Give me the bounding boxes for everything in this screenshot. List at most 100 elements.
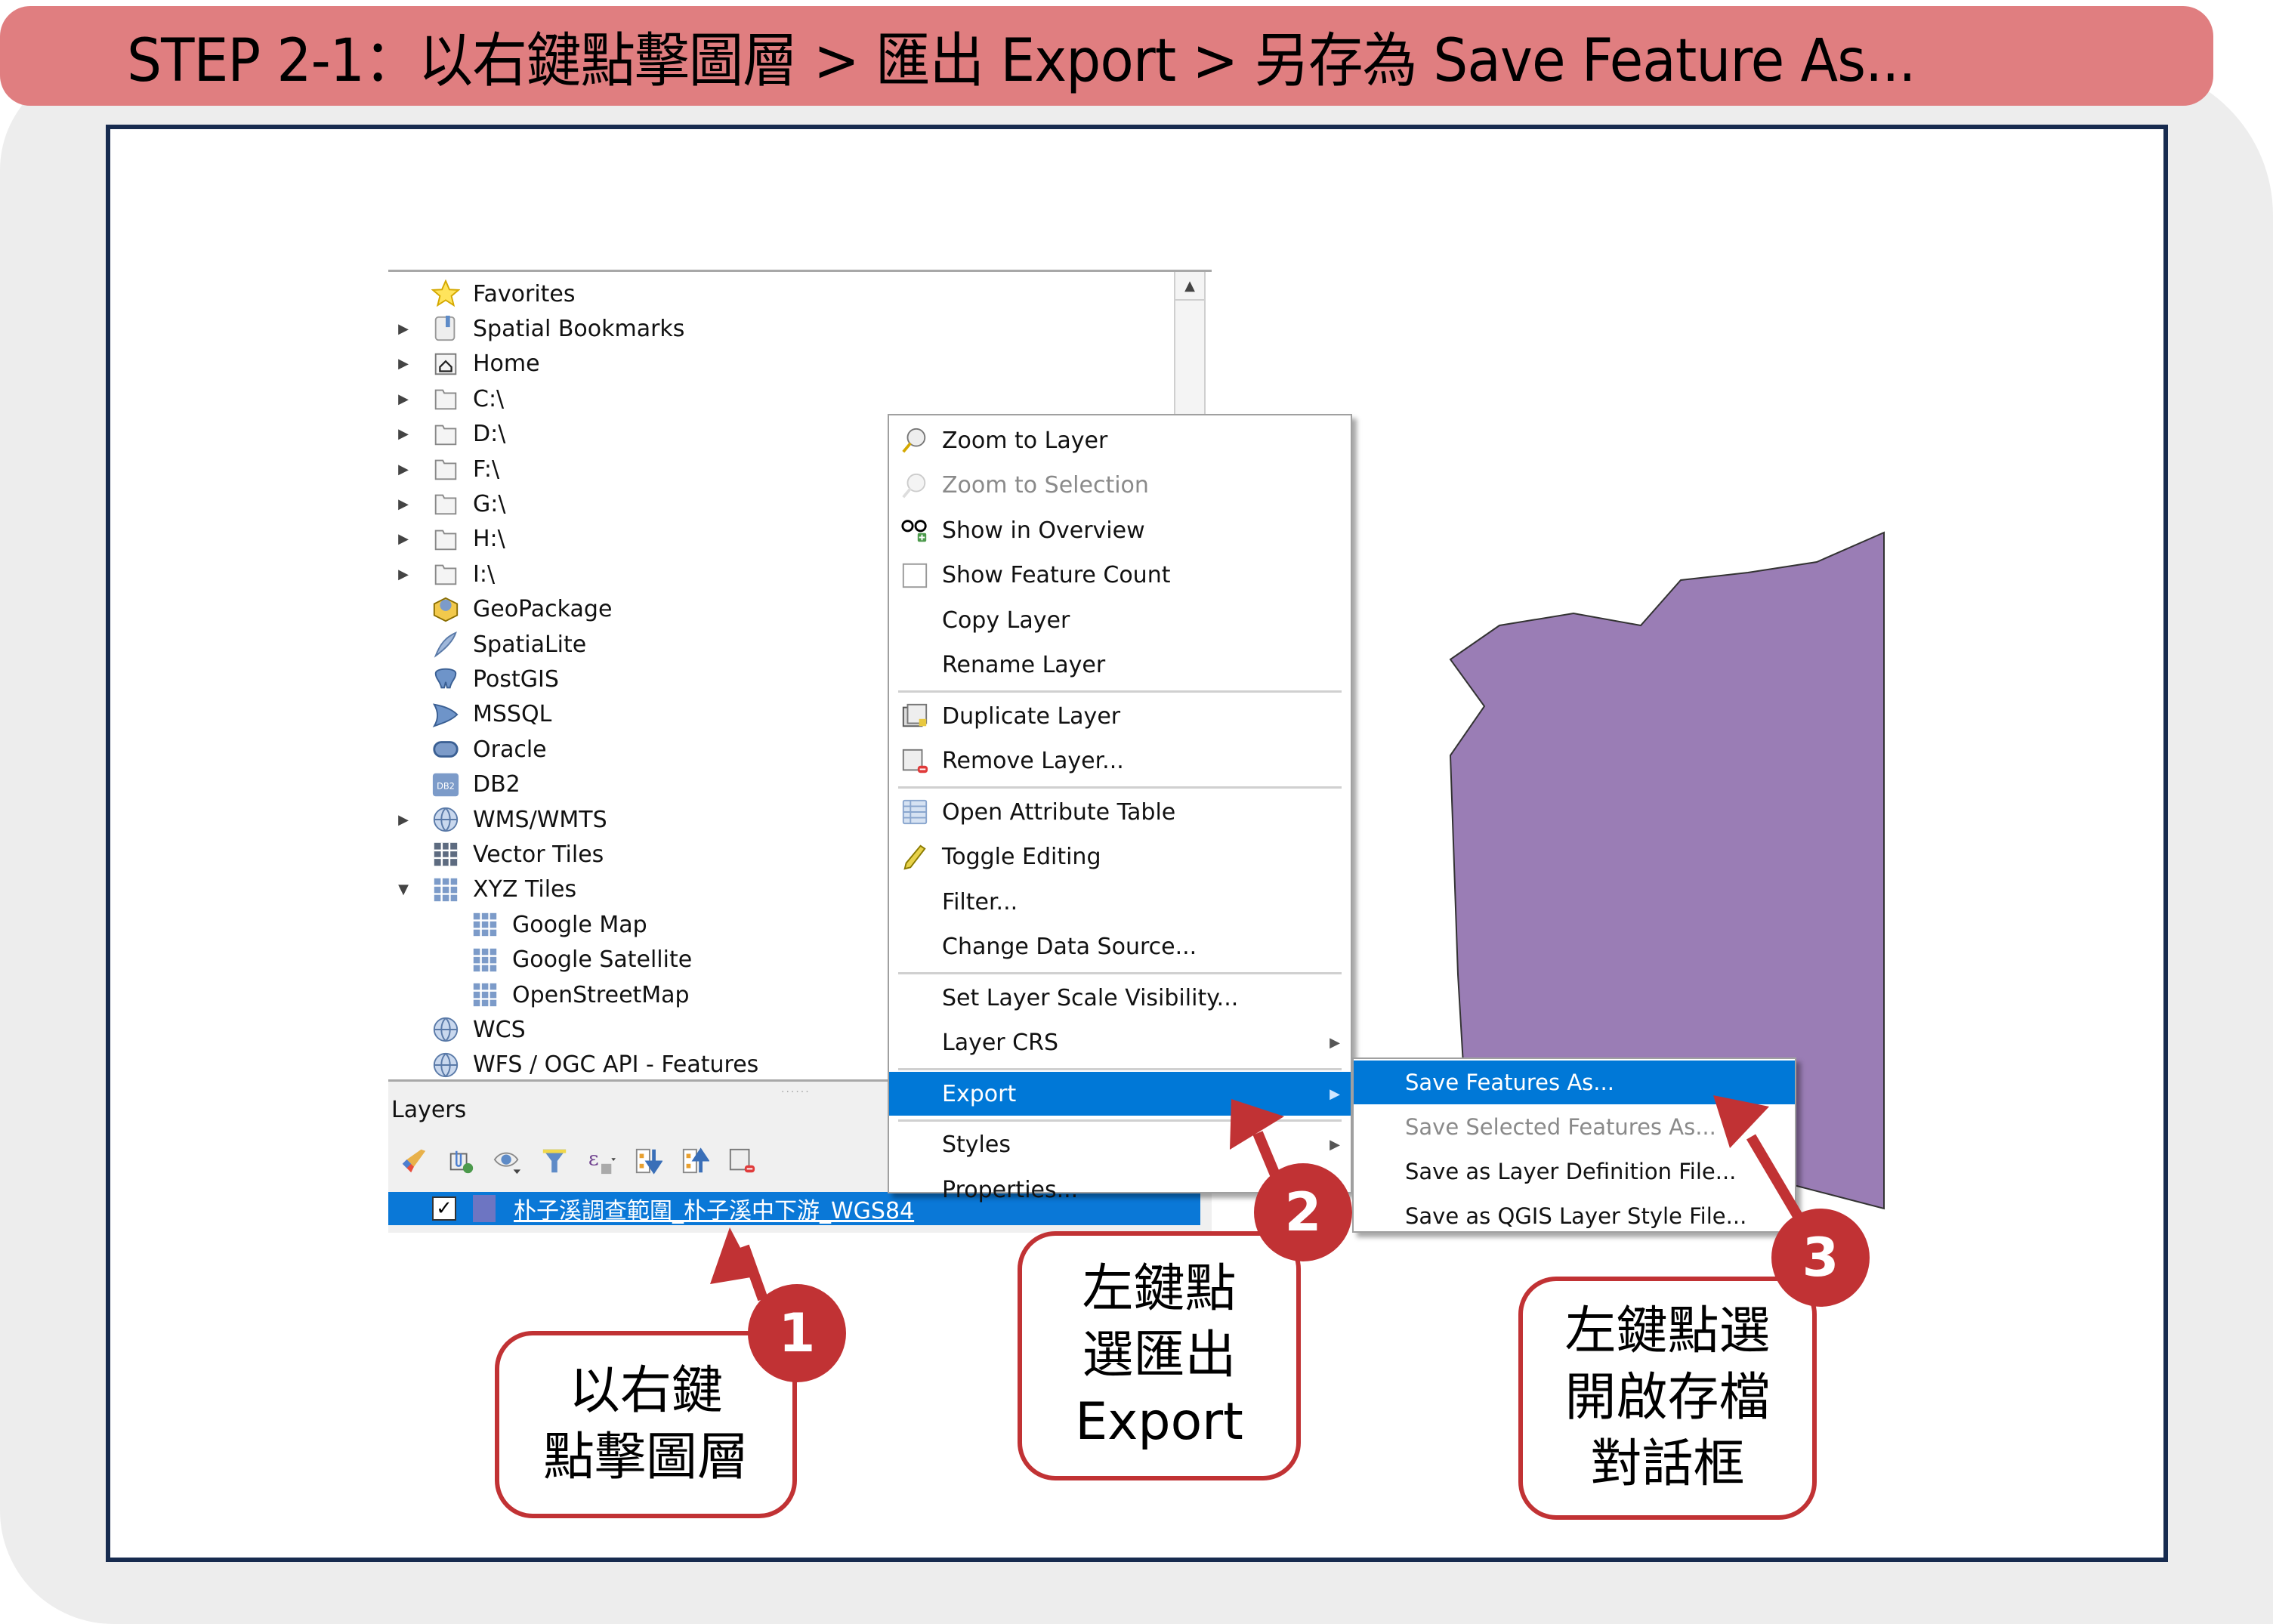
layer-name[interactable]: 朴子溪調查範圍_朴子溪中下游_WGS84 <box>514 1192 914 1225</box>
filter-legend-icon[interactable] <box>539 1146 570 1176</box>
menu-separator <box>898 1068 1342 1070</box>
menu-separator <box>898 1119 1342 1122</box>
menu-item-zoom-to-layer[interactable]: Zoom to Layer <box>889 418 1351 462</box>
menu-item-export[interactable]: Export ▶ <box>889 1072 1351 1116</box>
menu-separator <box>898 786 1342 789</box>
expand-arrow-icon[interactable]: ▶ <box>396 452 411 486</box>
browser-item-label: XYZ Tiles <box>473 876 577 903</box>
submenu-item-save-selected-features-as[interactable]: Save Selected Features As... <box>1354 1105 1795 1149</box>
submenu-item-save-as-layer-definition-file[interactable]: Save as Layer Definition File... <box>1354 1150 1795 1193</box>
menu-item-label: Copy Layer <box>942 607 1070 634</box>
menu-item-remove-layer[interactable]: Remove Layer... <box>889 739 1351 783</box>
menu-item-label: Show in Overview <box>942 517 1145 544</box>
browser-item[interactable]: ▶ F:\ <box>388 452 499 486</box>
manage-visibility-icon[interactable] <box>493 1146 523 1176</box>
folder-icon <box>431 384 461 414</box>
browser-item[interactable]: Oracle <box>388 732 547 767</box>
browser-item[interactable]: Google Satellite <box>388 943 692 977</box>
xyz-tiles-grid-icon <box>470 980 500 1010</box>
menu-item-layer-crs[interactable]: Layer CRS ▶ <box>889 1021 1351 1065</box>
submenu-item-save-features-as[interactable]: Save Features As... <box>1354 1061 1795 1104</box>
browser-item[interactable]: MSSQL <box>388 697 551 732</box>
menu-item-label: Open Attribute Table <box>942 798 1176 826</box>
layer-visibility-checkbox[interactable]: ✓ <box>432 1196 456 1221</box>
menu-item-set-layer-scale-visibility[interactable]: Set Layer Scale Visibility... <box>889 976 1351 1020</box>
db2-icon: DB2 <box>431 770 461 800</box>
expand-arrow-icon[interactable]: ▶ <box>396 417 411 452</box>
browser-item[interactable]: ▶ H:\ <box>388 522 505 557</box>
expand-all-icon[interactable] <box>633 1146 663 1176</box>
menu-item-zoom-to-selection[interactable]: Zoom to Selection <box>889 464 1351 508</box>
browser-item[interactable]: GeoPackage <box>388 592 612 627</box>
browser-item[interactable]: ▶ WMS/WMTS <box>388 802 607 837</box>
browser-item-label: I:\ <box>473 560 496 588</box>
menu-item-copy-layer[interactable]: Copy Layer <box>889 598 1351 642</box>
filter-by-expression-icon[interactable]: ε <box>586 1146 616 1176</box>
browser-item[interactable]: WFS / OGC API - Features <box>388 1048 758 1082</box>
export-submenu: Save Features As... Save Selected Feature… <box>1352 1057 1796 1233</box>
geopackage-icon <box>431 594 461 625</box>
oracle-icon <box>431 734 461 764</box>
menu-item-toggle-editing[interactable]: Toggle Editing <box>889 835 1351 879</box>
browser-item[interactable]: WCS <box>388 1012 526 1047</box>
browser-item[interactable]: ▶ I:\ <box>388 557 495 591</box>
submenu-item-save-as-qgis-layer-style-file[interactable]: Save as QGIS Layer Style File... <box>1354 1194 1795 1238</box>
expand-arrow-icon[interactable]: ▶ <box>396 802 411 837</box>
browser-item-label: Spatial Bookmarks <box>473 315 685 342</box>
style-manager-icon[interactable] <box>399 1146 429 1176</box>
panel-splitter-handle[interactable]: ······ <box>781 1086 811 1098</box>
callout-1-text: 以右鍵 點擊圖層 <box>542 1361 749 1487</box>
callout-3: 左鍵點選 開啟存檔 對話框 <box>1518 1277 1817 1520</box>
layer-symbol-swatch <box>473 1195 496 1222</box>
menu-item-label: Toggle Editing <box>942 844 1101 870</box>
expand-arrow-icon[interactable]: ▶ <box>396 311 411 346</box>
menu-item-label: Filter... <box>942 888 1018 915</box>
menu-item-open-attribute-table[interactable]: Open Attribute Table <box>889 790 1351 834</box>
collapse-arrow-icon[interactable]: ▼ <box>396 872 411 907</box>
callout-2-badge: 2 <box>1254 1163 1352 1261</box>
browser-item[interactable]: ▶ Home <box>388 347 540 381</box>
browser-item[interactable]: DB2 DB2 <box>388 767 520 802</box>
browser-item-label: DB2 <box>473 771 520 798</box>
expand-arrow-icon[interactable]: ▶ <box>396 347 411 381</box>
menu-item-change-data-source[interactable]: Change Data Source... <box>889 925 1351 969</box>
expand-arrow-icon[interactable]: ▶ <box>396 381 411 416</box>
browser-item[interactable]: ▶ G:\ <box>388 486 505 521</box>
add-group-icon[interactable] <box>446 1146 476 1176</box>
browser-item[interactable]: ▶ Spatial Bookmarks <box>388 311 684 346</box>
zoom-layer-icon <box>900 425 930 455</box>
collapse-all-icon[interactable] <box>680 1146 710 1176</box>
menu-separator <box>898 690 1342 693</box>
expand-arrow-icon[interactable]: ▶ <box>396 557 411 591</box>
scroll-up-arrow-icon[interactable]: ▲ <box>1175 272 1204 301</box>
expand-arrow-icon[interactable]: ▶ <box>396 486 411 521</box>
svg-text:ε: ε <box>588 1147 599 1171</box>
browser-item-label: F:\ <box>473 455 500 483</box>
browser-item[interactable]: OpenStreetMap <box>388 977 690 1012</box>
browser-item[interactable]: ▼ XYZ Tiles <box>388 872 576 907</box>
expand-arrow-icon[interactable]: ▶ <box>396 522 411 557</box>
callout-3-badge: 3 <box>1771 1209 1870 1307</box>
menu-item-show-feature-count[interactable]: Show Feature Count <box>889 554 1351 597</box>
browser-item[interactable]: ▶ C:\ <box>388 381 504 416</box>
menu-item-label: Rename Layer <box>942 652 1106 678</box>
browser-item-label: WFS / OGC API - Features <box>473 1051 759 1079</box>
menu-item-show-in-overview[interactable]: Show in Overview <box>889 508 1351 552</box>
menu-item-filter[interactable]: Filter... <box>889 880 1351 924</box>
browser-item[interactable]: ▶ D:\ <box>388 417 505 452</box>
submenu-item-label: Save Features As... <box>1405 1070 1614 1095</box>
menu-item-rename-layer[interactable]: Rename Layer <box>889 644 1351 687</box>
browser-item[interactable]: SpatiaLite <box>388 627 586 662</box>
browser-item-label: Google Map <box>512 911 647 938</box>
submenu-arrow-icon: ▶ <box>1330 1035 1340 1051</box>
menu-item-duplicate-layer[interactable]: Duplicate Layer <box>889 694 1351 738</box>
menu-item-label: Zoom to Selection <box>942 472 1149 499</box>
browser-item[interactable]: Google Map <box>388 907 647 942</box>
browser-item[interactable]: Favorites <box>388 276 576 311</box>
browser-item[interactable]: PostGIS <box>388 662 559 696</box>
browser-item-label: Oracle <box>473 736 547 763</box>
spatialite-feather-icon <box>431 629 461 659</box>
remove-layer-icon[interactable] <box>727 1146 757 1176</box>
menu-item-styles[interactable]: Styles ▶ <box>889 1123 1351 1167</box>
browser-item[interactable]: Vector Tiles <box>388 837 604 872</box>
